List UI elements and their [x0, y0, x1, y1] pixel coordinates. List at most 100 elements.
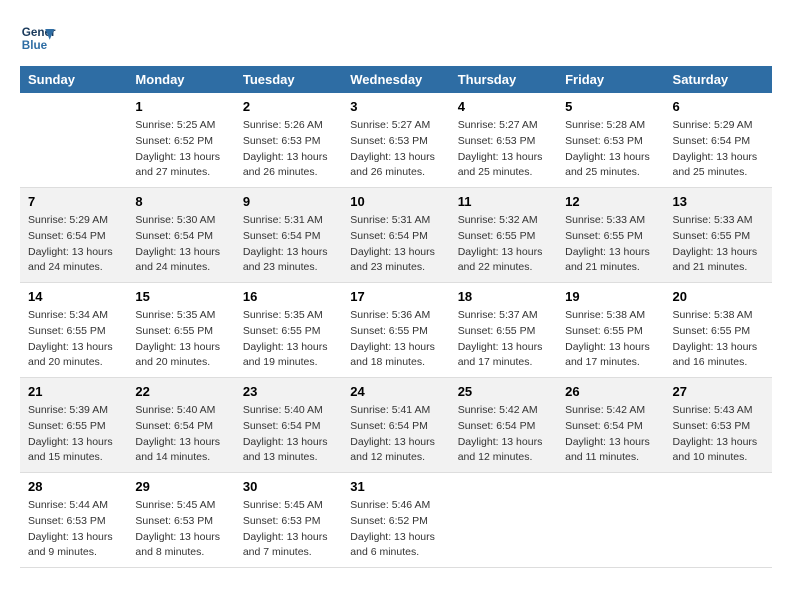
- calendar-cell: 24 Sunrise: 5:41 AMSunset: 6:54 PMDayligh…: [342, 378, 449, 473]
- week-row-5: 28 Sunrise: 5:44 AMSunset: 6:53 PMDayligh…: [20, 473, 772, 568]
- calendar-cell: 9Sunrise: 5:31 AMSunset: 6:54 PMDaylight…: [235, 188, 342, 283]
- calendar-cell: 15Sunrise: 5:35 AMSunset: 6:55 PMDayligh…: [127, 283, 234, 378]
- calendar-cell: 16 Sunrise: 5:35 AMSunset: 6:55 PMDayligh…: [235, 283, 342, 378]
- day-info: Sunrise: 5:38 AMSunset: 6:55 PMDaylight:…: [565, 308, 656, 371]
- calendar-cell: 25 Sunrise: 5:42 AMSunset: 6:54 PMDayligh…: [450, 378, 557, 473]
- calendar-cell: 20 Sunrise: 5:38 AMSunset: 6:55 PMDayligh…: [665, 283, 772, 378]
- calendar-cell: 28 Sunrise: 5:44 AMSunset: 6:53 PMDayligh…: [20, 473, 127, 568]
- calendar-cell: 4 Sunrise: 5:27 AMSunset: 6:53 PMDaylight…: [450, 93, 557, 188]
- calendar-cell: 29Sunrise: 5:45 AMSunset: 6:53 PMDayligh…: [127, 473, 234, 568]
- column-header-friday: Friday: [557, 66, 664, 93]
- day-info: Sunrise: 5:27 AMSunset: 6:53 PMDaylight:…: [350, 118, 441, 181]
- calendar-cell: 17 Sunrise: 5:36 AMSunset: 6:55 PMDayligh…: [342, 283, 449, 378]
- calendar-cell: 8 Sunrise: 5:30 AMSunset: 6:54 PMDaylight…: [127, 188, 234, 283]
- day-number: 18: [458, 289, 549, 304]
- day-info: Sunrise: 5:43 AMSunset: 6:53 PMDaylight:…: [673, 403, 764, 466]
- calendar-cell: 5 Sunrise: 5:28 AMSunset: 6:53 PMDaylight…: [557, 93, 664, 188]
- calendar-cell: 23 Sunrise: 5:40 AMSunset: 6:54 PMDayligh…: [235, 378, 342, 473]
- day-number: 31: [350, 479, 441, 494]
- calendar-cell: 11Sunrise: 5:32 AMSunset: 6:55 PMDayligh…: [450, 188, 557, 283]
- day-number: 5: [565, 99, 656, 114]
- day-number: 20: [673, 289, 764, 304]
- column-header-thursday: Thursday: [450, 66, 557, 93]
- day-info: Sunrise: 5:40 AMSunset: 6:54 PMDaylight:…: [243, 403, 334, 466]
- calendar-cell: 27 Sunrise: 5:43 AMSunset: 6:53 PMDayligh…: [665, 378, 772, 473]
- day-number: 3: [350, 99, 441, 114]
- calendar-cell: [450, 473, 557, 568]
- day-number: 12: [565, 194, 656, 209]
- week-row-1: 1 Sunrise: 5:25 AMSunset: 6:52 PMDaylight…: [20, 93, 772, 188]
- day-info: Sunrise: 5:38 AMSunset: 6:55 PMDaylight:…: [673, 308, 764, 371]
- calendar-cell: 21 Sunrise: 5:39 AMSunset: 6:55 PMDayligh…: [20, 378, 127, 473]
- day-number: 30: [243, 479, 334, 494]
- day-info: Sunrise: 5:27 AMSunset: 6:53 PMDaylight:…: [458, 118, 549, 181]
- calendar-cell: 13Sunrise: 5:33 AMSunset: 6:55 PMDayligh…: [665, 188, 772, 283]
- day-number: 22: [135, 384, 226, 399]
- day-info: Sunrise: 5:36 AMSunset: 6:55 PMDaylight:…: [350, 308, 441, 371]
- day-number: 6: [673, 99, 764, 114]
- calendar-cell: 12 Sunrise: 5:33 AMSunset: 6:55 PMDayligh…: [557, 188, 664, 283]
- day-number: 28: [28, 479, 119, 494]
- day-info: Sunrise: 5:28 AMSunset: 6:53 PMDaylight:…: [565, 118, 656, 181]
- calendar-cell: 6 Sunrise: 5:29 AMSunset: 6:54 PMDaylight…: [665, 93, 772, 188]
- day-number: 7: [28, 194, 119, 209]
- column-header-tuesday: Tuesday: [235, 66, 342, 93]
- calendar-cell: 22Sunrise: 5:40 AMSunset: 6:54 PMDayligh…: [127, 378, 234, 473]
- day-info: Sunrise: 5:46 AMSunset: 6:52 PMDaylight:…: [350, 498, 441, 561]
- day-number: 17: [350, 289, 441, 304]
- day-info: Sunrise: 5:37 AMSunset: 6:55 PMDaylight:…: [458, 308, 549, 371]
- day-number: 14: [28, 289, 119, 304]
- week-row-4: 21 Sunrise: 5:39 AMSunset: 6:55 PMDayligh…: [20, 378, 772, 473]
- day-info: Sunrise: 5:45 AMSunset: 6:53 PMDaylight:…: [135, 498, 226, 561]
- day-info: Sunrise: 5:26 AMSunset: 6:53 PMDaylight:…: [243, 118, 334, 181]
- day-number: 9: [243, 194, 334, 209]
- day-number: 23: [243, 384, 334, 399]
- calendar-cell: [20, 93, 127, 188]
- week-row-3: 14 Sunrise: 5:34 AMSunset: 6:55 PMDayligh…: [20, 283, 772, 378]
- day-info: Sunrise: 5:42 AMSunset: 6:54 PMDaylight:…: [565, 403, 656, 466]
- calendar-cell: 2 Sunrise: 5:26 AMSunset: 6:53 PMDaylight…: [235, 93, 342, 188]
- day-number: 4: [458, 99, 549, 114]
- day-number: 16: [243, 289, 334, 304]
- days-header-row: SundayMondayTuesdayWednesdayThursdayFrid…: [20, 66, 772, 93]
- svg-text:Blue: Blue: [22, 39, 48, 52]
- calendar-table: SundayMondayTuesdayWednesdayThursdayFrid…: [20, 66, 772, 568]
- day-info: Sunrise: 5:35 AMSunset: 6:55 PMDaylight:…: [135, 308, 226, 371]
- calendar-cell: 10Sunrise: 5:31 AMSunset: 6:54 PMDayligh…: [342, 188, 449, 283]
- day-number: 24: [350, 384, 441, 399]
- calendar-cell: [665, 473, 772, 568]
- day-info: Sunrise: 5:29 AMSunset: 6:54 PMDaylight:…: [28, 213, 119, 276]
- day-info: Sunrise: 5:33 AMSunset: 6:55 PMDaylight:…: [565, 213, 656, 276]
- day-number: 26: [565, 384, 656, 399]
- day-info: Sunrise: 5:41 AMSunset: 6:54 PMDaylight:…: [350, 403, 441, 466]
- day-info: Sunrise: 5:30 AMSunset: 6:54 PMDaylight:…: [135, 213, 226, 276]
- logo: General Blue: [20, 20, 56, 56]
- calendar-cell: 30 Sunrise: 5:45 AMSunset: 6:53 PMDayligh…: [235, 473, 342, 568]
- day-info: Sunrise: 5:44 AMSunset: 6:53 PMDaylight:…: [28, 498, 119, 561]
- page-header: General Blue: [20, 20, 772, 56]
- week-row-2: 7 Sunrise: 5:29 AMSunset: 6:54 PMDaylight…: [20, 188, 772, 283]
- day-number: 25: [458, 384, 549, 399]
- calendar-cell: 31 Sunrise: 5:46 AMSunset: 6:52 PMDayligh…: [342, 473, 449, 568]
- day-number: 13: [673, 194, 764, 209]
- day-number: 27: [673, 384, 764, 399]
- day-number: 2: [243, 99, 334, 114]
- logo-icon: General Blue: [20, 20, 56, 56]
- day-number: 21: [28, 384, 119, 399]
- column-header-sunday: Sunday: [20, 66, 127, 93]
- column-header-monday: Monday: [127, 66, 234, 93]
- calendar-cell: 18 Sunrise: 5:37 AMSunset: 6:55 PMDayligh…: [450, 283, 557, 378]
- day-info: Sunrise: 5:25 AMSunset: 6:52 PMDaylight:…: [135, 118, 226, 181]
- day-info: Sunrise: 5:39 AMSunset: 6:55 PMDaylight:…: [28, 403, 119, 466]
- day-info: Sunrise: 5:42 AMSunset: 6:54 PMDaylight:…: [458, 403, 549, 466]
- day-number: 8: [135, 194, 226, 209]
- calendar-cell: 14 Sunrise: 5:34 AMSunset: 6:55 PMDayligh…: [20, 283, 127, 378]
- day-number: 1: [135, 99, 226, 114]
- day-info: Sunrise: 5:29 AMSunset: 6:54 PMDaylight:…: [673, 118, 764, 181]
- day-info: Sunrise: 5:45 AMSunset: 6:53 PMDaylight:…: [243, 498, 334, 561]
- day-info: Sunrise: 5:34 AMSunset: 6:55 PMDaylight:…: [28, 308, 119, 371]
- day-number: 19: [565, 289, 656, 304]
- day-info: Sunrise: 5:35 AMSunset: 6:55 PMDaylight:…: [243, 308, 334, 371]
- calendar-cell: 19 Sunrise: 5:38 AMSunset: 6:55 PMDayligh…: [557, 283, 664, 378]
- calendar-cell: 1 Sunrise: 5:25 AMSunset: 6:52 PMDaylight…: [127, 93, 234, 188]
